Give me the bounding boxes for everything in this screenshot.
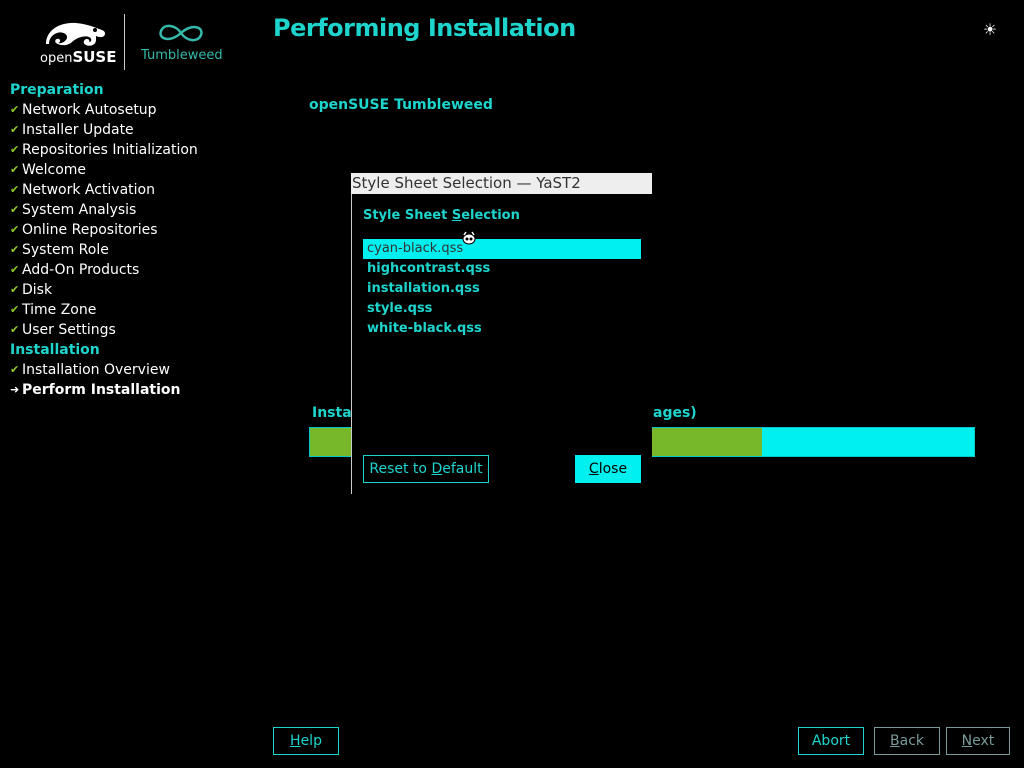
sidebar-item-installer-update: ✔ Installer Update [10,120,210,140]
opensuse-logo: openSUSE [38,18,117,66]
button-mnemonic: H [290,733,301,749]
sidebar-item-network-autosetup: ✔ Network Autosetup [10,100,210,120]
sidebar-item-perform-installation: ➜ Perform Installation [10,380,210,400]
list-item[interactable]: style.qss [363,299,641,319]
mouse-cursor-icon [462,231,476,245]
header-divider [124,14,125,70]
sidebar-item-label: Welcome [22,162,87,178]
sidebar-item-time-zone: ✔ Time Zone [10,300,210,320]
next-button[interactable]: Next [946,727,1010,755]
brand-open: open [40,51,73,66]
arrow-right-icon: ➜ [10,383,20,396]
sun-icon[interactable]: ☀ [980,20,1000,40]
sidebar-item-label: System Role [22,242,109,258]
sidebar-item-label: System Analysis [22,202,137,218]
check-icon: ✔ [10,223,20,236]
check-icon: ✔ [10,323,20,336]
tumbleweed-label: Tumbleweed [141,48,223,63]
button-text: Abort [811,733,851,749]
button-text: Reset to [369,461,432,477]
sidebar-section-installation: Installation [10,342,100,358]
sidebar-item-label: Repositories Initialization [22,142,198,158]
list-item[interactable]: white-black.qss [363,319,641,339]
progress-label-right: ages) [653,405,697,421]
heading-text: Style Sheet [363,208,452,223]
sidebar-item-repositories-initialization: ✔ Repositories Initialization [10,140,210,160]
dialog-titlebar[interactable]: Style Sheet Selection — YaST2 [351,173,652,194]
button-mnemonic: B [890,733,900,749]
dialog-heading: Style Sheet Selection [363,208,520,223]
check-icon: ✔ [10,143,20,156]
check-icon: ✔ [10,363,20,376]
list-item[interactable]: highcontrast.qss [363,259,641,279]
dialog-border [351,194,352,494]
tumbleweed-logo: Tumbleweed [138,18,228,68]
sidebar-item-label: Installer Update [22,122,134,138]
brand-suse: SUSE [72,48,117,66]
button-text-rest: lose [598,461,628,477]
sidebar-item-label: Installation Overview [22,362,170,378]
sidebar-item-label: User Settings [22,322,116,338]
sidebar-item-installation-overview: ✔ Installation Overview [10,360,210,380]
button-mnemonic: D [431,461,443,477]
sidebar-section-preparation: Preparation [10,82,104,98]
button-mnemonic: C [588,461,599,477]
sidebar-item-user-settings: ✔ User Settings [10,320,210,340]
sidebar-item-label: Network Activation [22,182,155,198]
sidebar-item-label: Online Repositories [22,222,158,238]
sidebar-item-system-role: ✔ System Role [10,240,210,260]
infinity-icon [159,24,203,42]
button-text-rest: ext [972,733,995,749]
close-button[interactable]: Close [575,455,641,483]
check-icon: ✔ [10,243,20,256]
sidebar-item-network-activation: ✔ Network Activation [10,180,210,200]
product-name: openSUSE Tumbleweed [309,97,493,113]
sidebar-item-label: Disk [22,282,53,298]
sidebar-item-system-analysis: ✔ System Analysis [10,200,210,220]
sidebar-item-label: Time Zone [22,302,97,318]
check-icon: ✔ [10,283,20,296]
sidebar-item-label: Perform Installation [22,382,181,398]
sidebar-item-online-repositories: ✔ Online Repositories [10,220,210,240]
sidebar-steps: Preparation ✔ Network Autosetup ✔ Installe… [10,80,210,400]
list-item[interactable]: installation.qss [363,279,641,299]
check-icon: ✔ [10,183,20,196]
abort-button[interactable]: Abort [798,727,864,755]
style-sheet-dialog: Style Sheet Selection — YaST2 Style Shee… [351,173,652,494]
sidebar-item-label: Add-On Products [22,262,140,278]
check-icon: ✔ [10,123,20,136]
button-text-rest: elp [300,733,322,749]
stylesheet-list[interactable]: cyan-black.qss highcontrast.qss installa… [363,239,641,339]
chameleon-icon [46,22,106,46]
sidebar-item-label: Network Autosetup [22,102,157,118]
heading-mnemonic: S [451,208,462,223]
button-text-rest: ack [899,733,924,749]
button-text-rest: efault [442,461,483,477]
sidebar-item-welcome: ✔ Welcome [10,160,210,180]
button-mnemonic: N [961,733,973,749]
check-icon: ✔ [10,163,20,176]
back-button[interactable]: Back [874,727,940,755]
check-icon: ✔ [10,103,20,116]
check-icon: ✔ [10,203,20,216]
help-button[interactable]: Help [273,727,339,755]
heading-text-rest: election [461,208,520,223]
page-title: Performing Installation [273,14,576,42]
check-icon: ✔ [10,303,20,316]
reset-to-default-button[interactable]: Reset to Default [363,455,489,483]
sidebar-item-add-on-products: ✔ Add-On Products [10,260,210,280]
list-item[interactable]: cyan-black.qss [363,239,641,259]
check-icon: ✔ [10,263,20,276]
sidebar-item-disk: ✔ Disk [10,280,210,300]
